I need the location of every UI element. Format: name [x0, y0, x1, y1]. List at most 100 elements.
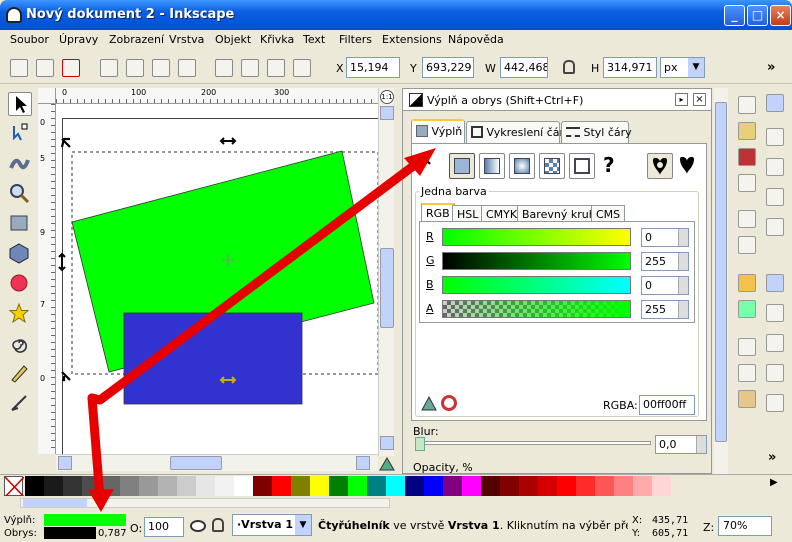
snap-intersection-icon[interactable] — [766, 334, 784, 352]
palette-swatch[interactable] — [367, 476, 386, 496]
palette-swatch[interactable] — [405, 476, 424, 496]
toolbar-overflow-icon[interactable]: » — [767, 60, 775, 75]
red-spinbox[interactable]: 0 — [641, 228, 689, 247]
zoom-tool-icon[interactable] — [8, 182, 32, 206]
save-icon[interactable] — [738, 148, 756, 166]
tab-fill[interactable]: Výplň — [411, 119, 465, 143]
palette-scrollbar[interactable] — [20, 498, 390, 508]
rotate-handle-icon[interactable] — [61, 371, 71, 382]
palette-swatch[interactable] — [633, 476, 652, 496]
spin-arrows-icon[interactable] — [678, 277, 688, 294]
palette-swatch[interactable] — [614, 476, 633, 496]
green-spinbox[interactable]: 255 — [641, 252, 689, 271]
menu-text[interactable]: Text — [303, 33, 325, 46]
flip-vertical-icon[interactable] — [178, 59, 196, 77]
palette-swatch[interactable] — [443, 476, 462, 496]
scroll-down-button[interactable] — [380, 436, 394, 450]
deselect-icon[interactable] — [62, 59, 80, 77]
palette-swatch[interactable] — [481, 476, 500, 496]
palette-swatch[interactable] — [44, 476, 63, 496]
palette-swatch[interactable] — [272, 476, 291, 496]
palette-swatch[interactable] — [348, 476, 367, 496]
canvas[interactable] — [56, 104, 378, 454]
star-tool-icon[interactable] — [8, 302, 32, 326]
close-button[interactable]: × — [770, 5, 791, 26]
palette-swatch[interactable] — [82, 476, 101, 496]
dock-scrollbar[interactable] — [714, 88, 728, 474]
snap-overflow-icon[interactable]: » — [768, 450, 776, 465]
fill-indicator[interactable] — [44, 514, 126, 526]
palette-swatch[interactable] — [25, 476, 44, 496]
skew-handle-icon[interactable] — [58, 252, 66, 272]
blur-slider[interactable] — [415, 441, 651, 445]
palette-swatch[interactable] — [519, 476, 538, 496]
rectangle-tool-icon[interactable] — [8, 212, 32, 236]
new-document-icon[interactable] — [738, 96, 756, 114]
rgba-field[interactable]: 00ff00ff — [639, 395, 695, 415]
menu-extensions[interactable]: Extensions — [382, 33, 442, 46]
dialog-close-icon[interactable]: × — [693, 93, 706, 106]
menu-soubor[interactable]: Soubor — [10, 33, 49, 46]
spin-arrows-icon[interactable] — [678, 253, 688, 270]
fill-rule-evenodd-button[interactable] — [647, 153, 673, 179]
export-icon[interactable] — [738, 236, 756, 254]
x-field[interactable]: 15,194 — [346, 57, 400, 78]
tab-stroke-style[interactable]: Styl čáry — [561, 121, 632, 143]
cms-toggle-icon[interactable] — [379, 456, 395, 472]
opacity-spinbox[interactable]: 100 — [144, 517, 184, 537]
menu-krivka[interactable]: Křivka — [260, 33, 294, 46]
radial-gradient-button[interactable] — [509, 153, 535, 179]
eye-visibility-icon[interactable] — [190, 520, 206, 532]
scroll-left-button[interactable] — [58, 456, 72, 470]
fill-rule-nonzero-icon[interactable] — [675, 153, 701, 179]
snap-path-icon[interactable] — [766, 304, 784, 322]
chevron-down-icon[interactable]: ▼ — [295, 515, 311, 535]
spin-arrows-icon[interactable] — [696, 436, 706, 453]
menu-upravy[interactable]: Úpravy — [59, 33, 98, 46]
no-color-swatch[interactable] — [4, 476, 25, 498]
flat-color-button[interactable] — [449, 153, 475, 179]
palette-scroll-right-icon[interactable]: ▶ — [770, 477, 778, 488]
flip-horizontal-icon[interactable] — [152, 59, 170, 77]
selector-tool-icon[interactable] — [8, 92, 32, 116]
h-field[interactable]: 314,971 — [603, 57, 657, 78]
open-folder-icon[interactable] — [738, 122, 756, 140]
palette-swatch[interactable] — [329, 476, 348, 496]
print-icon[interactable] — [738, 174, 756, 192]
palette-swatch[interactable] — [63, 476, 82, 496]
lock-ratio-icon[interactable] — [563, 60, 575, 74]
layer-select[interactable]: ·Vrstva 1 ▼ — [232, 514, 312, 536]
menu-vrstva[interactable]: Vrstva — [169, 33, 204, 46]
unit-select[interactable]: px ▼ — [660, 57, 705, 78]
snap-bbox-corner-icon[interactable] — [766, 188, 784, 206]
cut-icon[interactable] — [738, 364, 756, 382]
scroll-up-button[interactable] — [380, 106, 394, 120]
undo-icon[interactable] — [738, 274, 756, 292]
vertical-scroll-thumb[interactable] — [380, 248, 394, 328]
palette-swatch[interactable] — [196, 476, 215, 496]
palette-swatch[interactable] — [652, 476, 671, 496]
palette-swatch[interactable] — [215, 476, 234, 496]
palette-swatch[interactable] — [158, 476, 177, 496]
tweak-tool-icon[interactable] — [8, 152, 32, 176]
menu-filters[interactable]: Filters — [339, 33, 372, 46]
raise-icon[interactable] — [241, 59, 259, 77]
snap-nodes-icon[interactable] — [766, 274, 784, 292]
snap-midpoint-icon[interactable] — [766, 218, 784, 236]
horizontal-scrollbar[interactable] — [56, 454, 378, 471]
menu-napoveda[interactable]: Nápověda — [448, 33, 504, 46]
linear-gradient-button[interactable] — [479, 153, 505, 179]
blue-spinbox[interactable]: 0 — [641, 276, 689, 295]
blue-rectangle[interactable] — [123, 312, 303, 405]
select-all-icon[interactable] — [10, 59, 28, 77]
palette-swatch[interactable] — [234, 476, 253, 496]
scroll-right-button[interactable] — [356, 456, 370, 470]
raise-to-top-icon[interactable] — [215, 59, 233, 77]
palette-swatch[interactable] — [500, 476, 519, 496]
snap-toggle-icon[interactable] — [766, 94, 784, 112]
palette-scroll-thumb[interactable] — [23, 499, 87, 507]
vertical-scrollbar[interactable]: 1:1 — [378, 88, 394, 456]
blur-spinbox[interactable]: 0,0 — [655, 435, 707, 454]
palette-swatch[interactable] — [424, 476, 443, 496]
unset-paint-icon[interactable]: ? — [603, 153, 615, 177]
